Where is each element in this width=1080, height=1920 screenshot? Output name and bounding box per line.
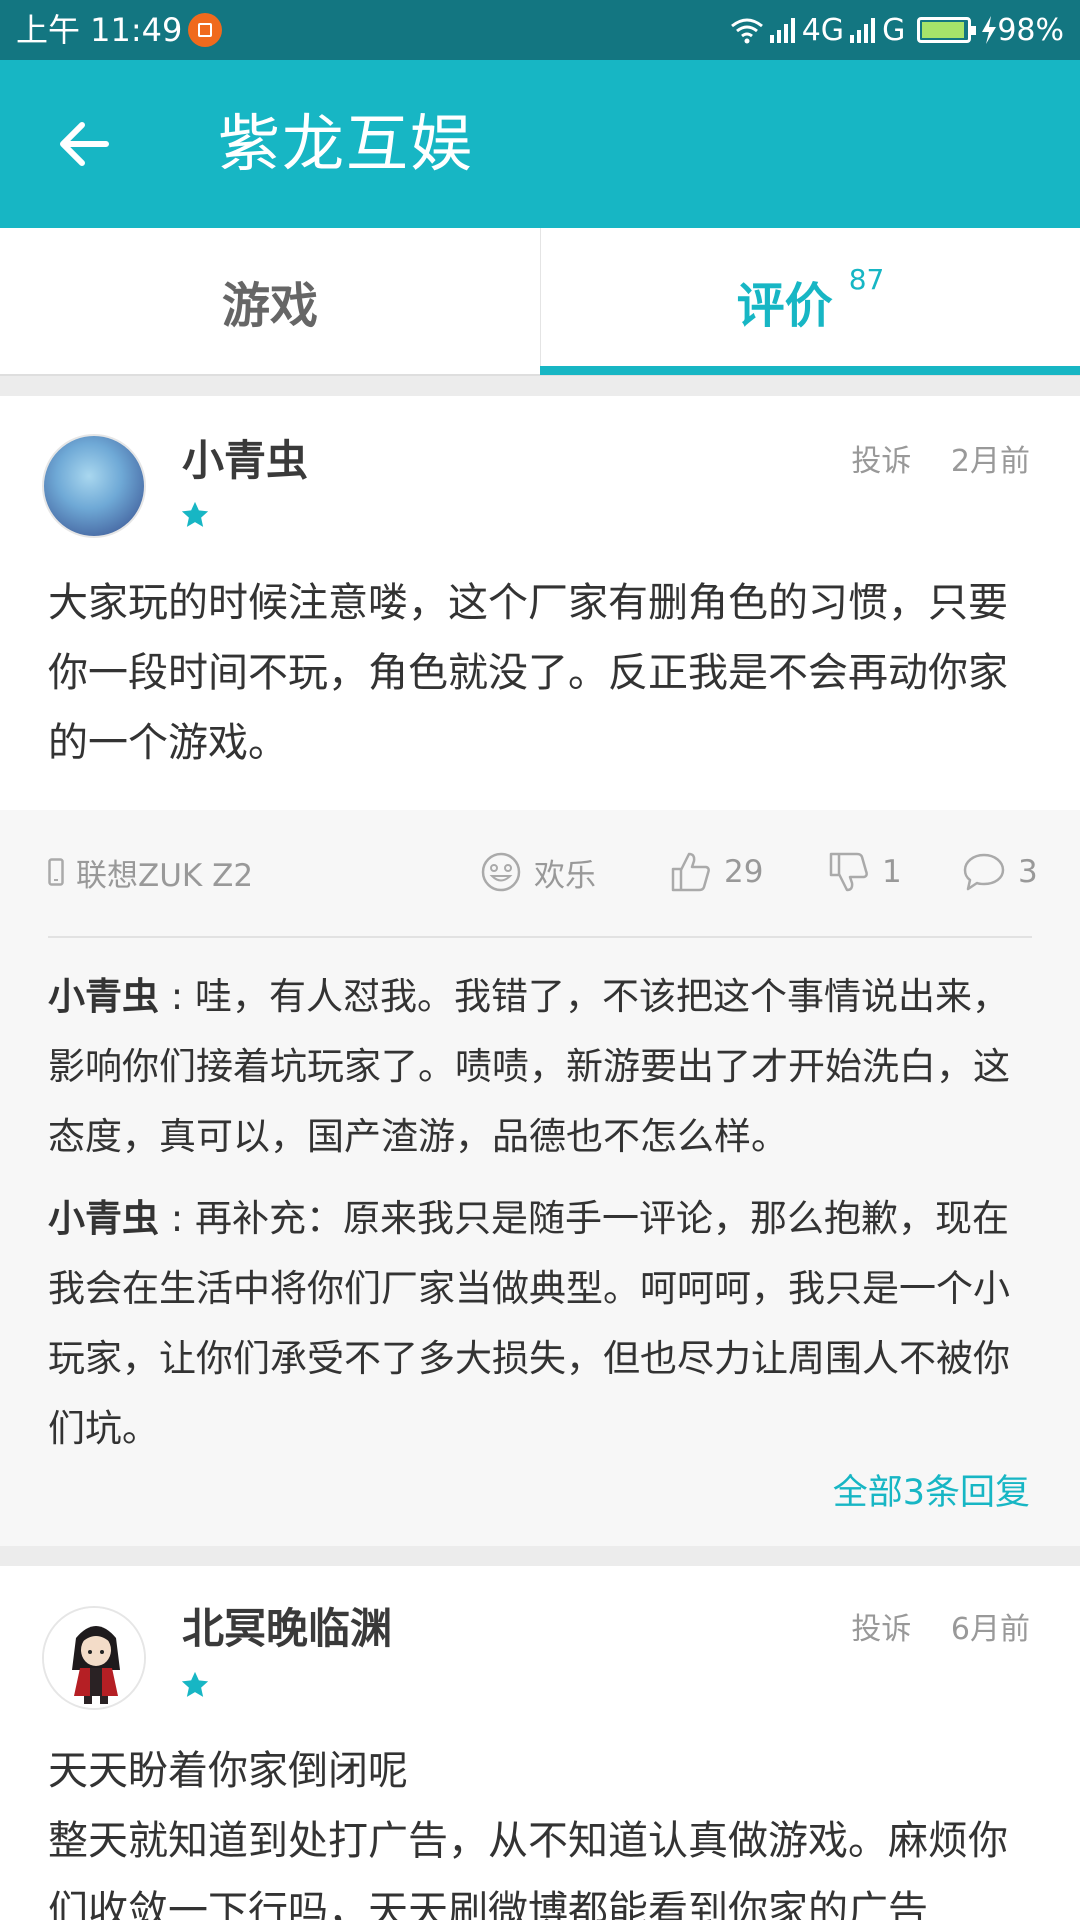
tab-bar: 游戏 评价 87 — [0, 228, 1080, 376]
tab-games-label: 游戏 — [221, 278, 318, 334]
charging-icon — [982, 16, 997, 44]
smiley-icon — [481, 852, 521, 892]
status-indicators: 4G G 98% — [730, 10, 1064, 50]
tab-reviews-label: 评价 — [736, 278, 833, 334]
report-link[interactable]: 投诉 — [851, 444, 911, 479]
tab-reviews[interactable]: 评价 87 — [540, 228, 1080, 374]
wifi-icon — [730, 18, 763, 44]
device-info: 联想ZUK Z2 — [48, 840, 253, 904]
like-button[interactable]: 29 — [670, 840, 763, 904]
comment-icon — [963, 853, 1005, 891]
comment-count: 3 — [1018, 854, 1038, 890]
review-text: 大家玩的时候注意喽，这个厂家有删角色的习惯，只要你一段时间不玩，角色就没了。反正… — [48, 580, 1008, 766]
review-text-line: 整天就知道到处打广告，从不知道认真做游戏。麻烦你们收敛一下行吗，天天刷微博都能看… — [48, 1818, 1008, 1920]
avatar-character-image — [44, 1608, 144, 1708]
status-bar: 上午 11:49 4G G 98% — [0, 0, 1080, 60]
tab-active-indicator — [540, 366, 1080, 375]
mood-tag: 欢乐 — [480, 840, 596, 904]
review-action-panel: 联想ZUK Z2 欢乐 29 1 3 小青虫: 哇，有人怼我。我错了，不该把这… — [0, 810, 1080, 1546]
dislike-button[interactable]: 1 — [828, 840, 902, 904]
dislike-count: 1 — [882, 854, 902, 890]
avatar[interactable] — [42, 1606, 146, 1710]
signal-icon-2 — [850, 18, 876, 43]
review-meta: 投诉 6月前 — [851, 1610, 1030, 1650]
review-card: 北冥晚临渊 投诉 6月前 天天盼着你家倒闭呢 整天就知道到处打广告，从不知道认真… — [0, 1566, 1080, 1920]
reply-separator: : — [159, 1197, 195, 1240]
mood-label: 欢乐 — [534, 857, 596, 894]
review-card: 小青虫 投诉 2月前 大家玩的时候注意喽，这个厂家有删角色的习惯，只要你一段时间… — [0, 396, 1080, 1546]
battery-level: 98% — [997, 12, 1064, 48]
like-count: 29 — [724, 854, 764, 890]
reply-item: 小青虫 : 再补充：原来我只是随手一评论，那么抱歉，现在我会在生活中将你们厂家当… — [48, 1184, 1038, 1464]
avatar[interactable] — [42, 434, 146, 538]
signal-icon — [769, 18, 795, 43]
device-name: 联想ZUK Z2 — [76, 857, 254, 894]
status-time: 上午 11:49 — [16, 11, 183, 49]
review-username[interactable]: 小青虫 — [182, 434, 308, 488]
thumbs-down-icon — [829, 852, 868, 892]
reply-separator: : — [159, 975, 195, 1018]
all-replies-link[interactable]: 全部3条回复 — [833, 1468, 1030, 1518]
reply-item: 小青虫 : 哇，有人怼我。我错了，不该把这个事情说出来，影响你们接着坑玩家了。啧… — [48, 962, 1038, 1172]
reply-author[interactable]: 小青虫 — [48, 1197, 159, 1240]
back-arrow-icon[interactable] — [52, 112, 116, 176]
star-icon — [181, 501, 209, 527]
review-actions: 联想ZUK Z2 欢乐 29 1 3 — [48, 840, 1038, 904]
review-text-line: 天天盼着你家倒闭呢 — [48, 1748, 408, 1794]
phone-icon — [48, 858, 64, 886]
reply-author[interactable]: 小青虫 — [48, 975, 159, 1018]
network-type: 4G — [801, 12, 845, 48]
comment-button[interactable]: 3 — [962, 840, 1038, 904]
notification-app-icon — [188, 13, 222, 47]
review-username[interactable]: 北冥晚临渊 — [182, 1602, 392, 1656]
battery-icon — [917, 17, 977, 43]
report-link[interactable]: 投诉 — [851, 1612, 911, 1647]
tab-games[interactable]: 游戏 — [0, 228, 540, 374]
review-time: 2月前 — [950, 444, 1030, 479]
tab-reviews-count: 87 — [848, 262, 885, 296]
review-meta: 投诉 2月前 — [851, 442, 1030, 482]
thumbs-up-icon — [671, 852, 710, 892]
review-time: 6月前 — [950, 1612, 1030, 1647]
page-title: 紫龙互娱 — [218, 107, 475, 180]
star-icon — [181, 1671, 209, 1697]
divider — [48, 936, 1032, 938]
network-type-2: G — [882, 12, 906, 48]
review-text: 天天盼着你家倒闭呢 整天就知道到处打广告，从不知道认真做游戏。麻烦你们收敛一下行… — [48, 1736, 1038, 1920]
app-bar: 紫龙互娱 — [0, 60, 1080, 228]
